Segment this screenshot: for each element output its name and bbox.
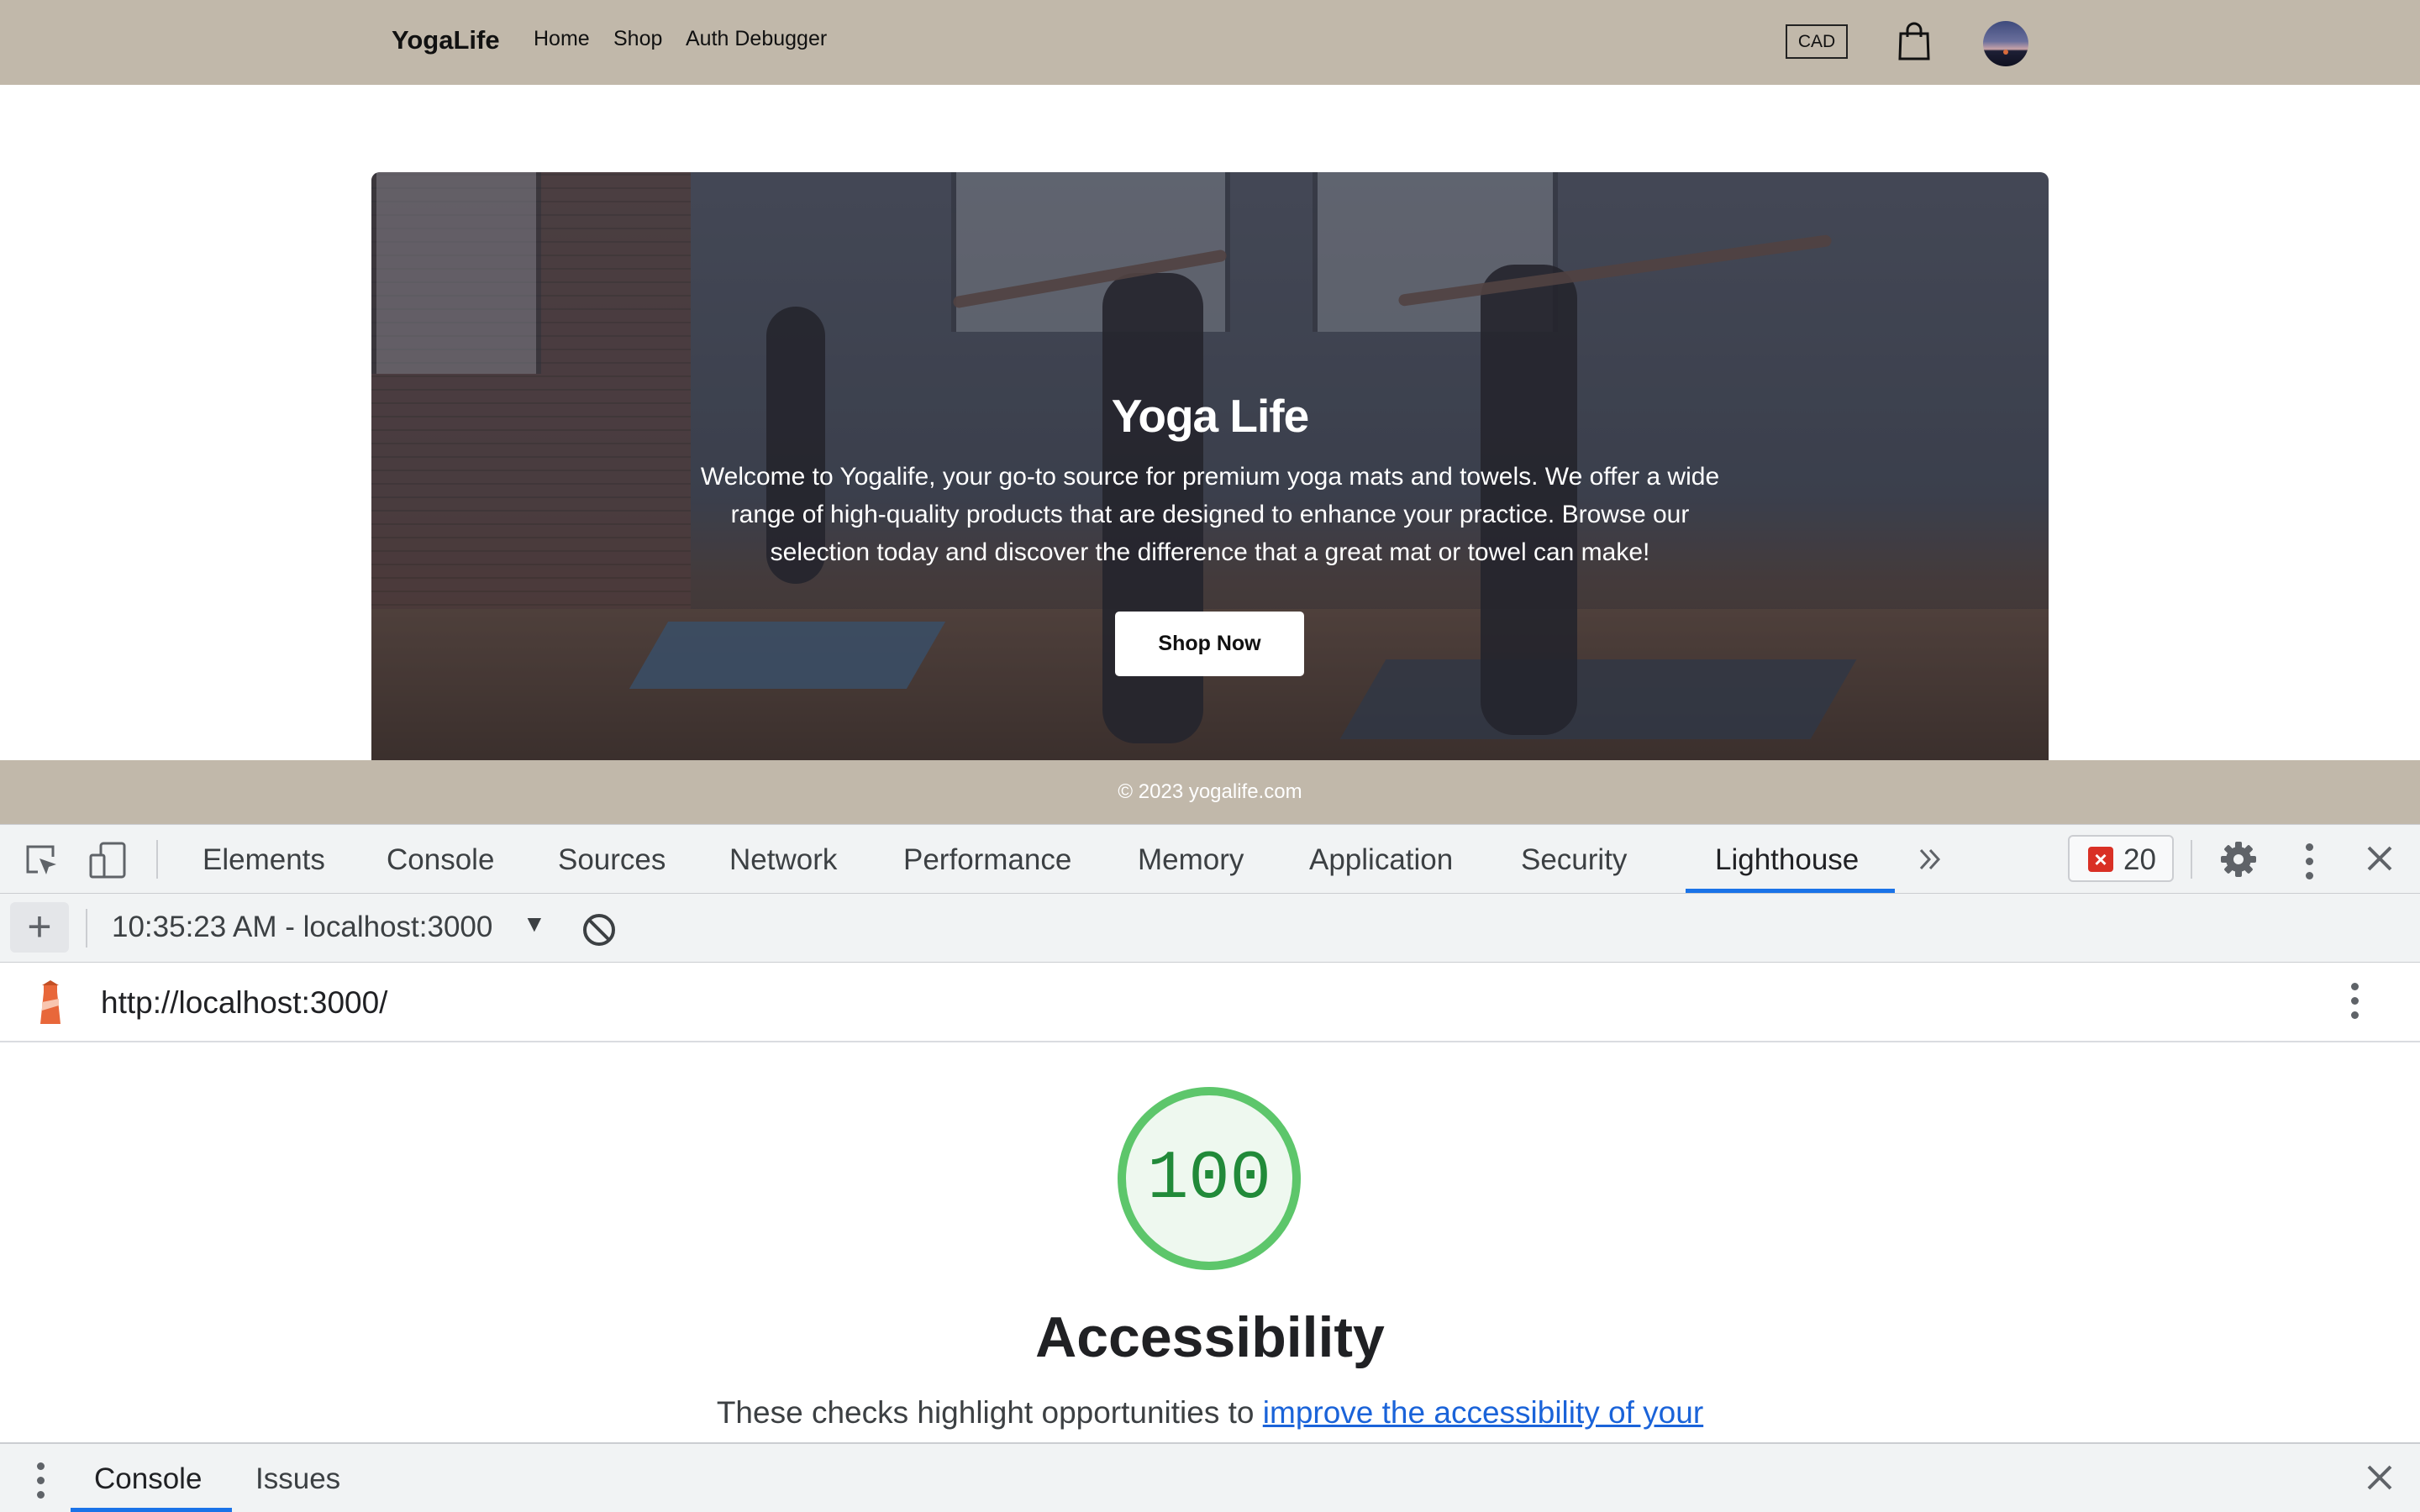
dropdown-caret-icon[interactable]: ▼ [523, 911, 546, 937]
hero-title: Yoga Life [1111, 390, 1309, 442]
device-toolbar-icon[interactable] [87, 840, 128, 880]
devtools-drawer: Console Issues [0, 1442, 2420, 1512]
hero-banner: Yoga Life Welcome to Yogalife, your go-t… [371, 172, 2049, 760]
active-tab-indicator [1686, 889, 1895, 893]
new-report-button[interactable]: + [10, 902, 69, 953]
lighthouse-icon [40, 980, 60, 1024]
tab-security[interactable]: Security [1521, 843, 1627, 877]
report-selector[interactable]: 10:35:23 AM - localhost:3000 [112, 911, 492, 944]
settings-gear-icon[interactable] [2219, 840, 2258, 879]
shopping-bag-icon[interactable] [1897, 22, 1931, 60]
nav-auth-debugger-link[interactable]: Auth Debugger [686, 27, 827, 51]
report-menu-icon[interactable] [2351, 983, 2360, 1026]
close-drawer-icon[interactable] [2365, 1462, 2395, 1493]
tab-memory[interactable]: Memory [1138, 843, 1244, 877]
lighthouse-toolbar: + 10:35:23 AM - localhost:3000 ▼ [0, 894, 2420, 963]
report-url: http://localhost:3000/ [101, 985, 388, 1020]
report-url-bar: http://localhost:3000/ [0, 963, 2420, 1042]
error-count-badge[interactable]: × 20 [2068, 835, 2174, 882]
devtools-menu-icon[interactable] [2306, 843, 2314, 886]
toolbar-divider [86, 909, 87, 948]
currency-selector[interactable]: CAD [1786, 24, 1848, 59]
more-tabs-chevron-icon[interactable] [1916, 845, 1944, 874]
tab-application[interactable]: Application [1309, 843, 1453, 877]
site-header: YogaLife Home Shop Auth Debugger CAD [0, 0, 2420, 85]
shop-now-button[interactable]: Shop Now [1115, 612, 1304, 676]
toolbar-divider [156, 840, 158, 879]
score-gauge[interactable]: 100 [1118, 1087, 1301, 1270]
nav-shop-link[interactable]: Shop [613, 27, 662, 51]
clear-reports-icon[interactable] [581, 912, 617, 948]
user-avatar[interactable] [1983, 21, 2028, 66]
tab-performance[interactable]: Performance [903, 843, 1071, 877]
drawer-active-indicator [71, 1508, 232, 1512]
category-description: These checks highlight opportunities to … [0, 1395, 2420, 1431]
drawer-tab-issues[interactable]: Issues [255, 1462, 340, 1496]
tab-sources[interactable]: Sources [558, 843, 666, 877]
brand-logo[interactable]: YogaLife [392, 25, 500, 55]
nav-home-link[interactable]: Home [534, 27, 590, 51]
error-icon: × [2088, 847, 2113, 872]
description-text: These checks highlight opportunities to [716, 1395, 1263, 1430]
error-count: 20 [2123, 843, 2156, 876]
drawer-tab-console[interactable]: Console [94, 1462, 202, 1496]
drawer-menu-icon[interactable] [37, 1462, 45, 1505]
accessibility-learn-more-link[interactable]: improve the accessibility of your [1263, 1395, 1703, 1430]
devtools-tabbar: Elements Console Sources Network Perform… [0, 824, 2420, 894]
score-value: 100 [1147, 1139, 1271, 1218]
lighthouse-report: 100 Accessibility These checks highlight… [0, 1042, 2420, 1442]
site-footer: © 2023 yogalife.com [0, 760, 2420, 824]
hero-description: Welcome to Yogalife, your go-to source f… [700, 463, 1720, 566]
tab-console[interactable]: Console [387, 843, 494, 877]
toolbar-divider [2191, 840, 2192, 879]
tab-elements[interactable]: Elements [203, 843, 325, 877]
tab-network[interactable]: Network [729, 843, 837, 877]
category-title: Accessibility [1035, 1305, 1385, 1369]
inspect-element-icon[interactable] [23, 842, 60, 879]
close-devtools-icon[interactable] [2365, 843, 2395, 874]
tab-lighthouse[interactable]: Lighthouse [1715, 843, 1859, 877]
